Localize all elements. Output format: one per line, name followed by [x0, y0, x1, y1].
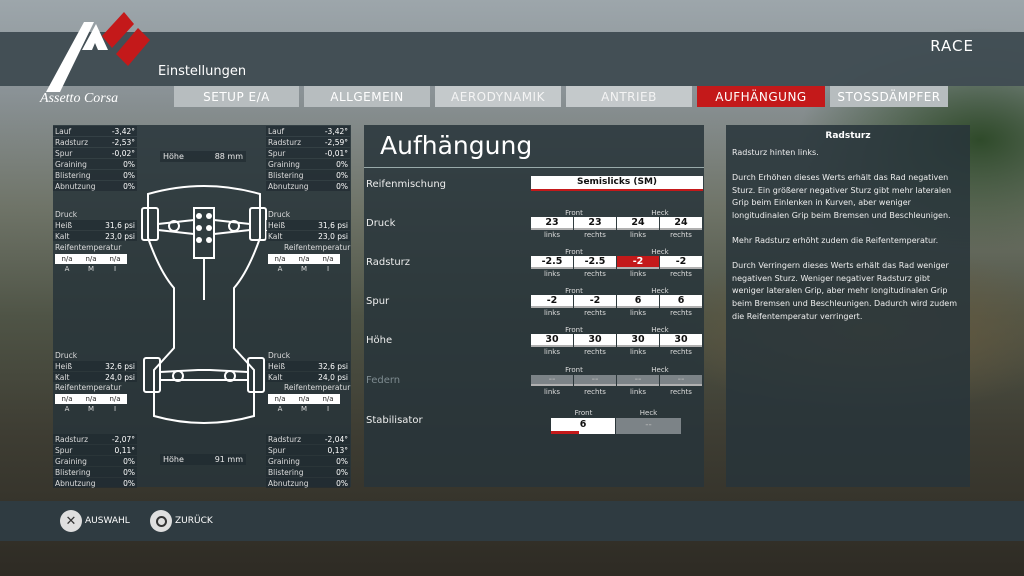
tab-aerodynamik[interactable]: AERODYNAMIK — [435, 86, 561, 107]
radsturz-label: Radsturz — [366, 257, 411, 268]
spur-values: -2 -2 6 6 — [531, 295, 702, 308]
fr-druck-label: Druck — [268, 210, 291, 219]
panel-title: Aufhängung — [380, 131, 533, 160]
radsturz-rr[interactable]: -2 — [660, 256, 702, 269]
radsturz-fr[interactable]: -2.5 — [574, 256, 616, 269]
stab-axles: Front Heck — [574, 409, 658, 417]
druck-axles: Front Heck — [565, 209, 669, 217]
spur-rl[interactable]: 6 — [617, 295, 659, 308]
radsturz-axles: Front Heck — [565, 248, 669, 256]
stab-front-value[interactable]: 6 — [551, 418, 615, 434]
tab-setup[interactable]: SETUP E/A — [174, 86, 299, 107]
circle-button-icon — [150, 510, 172, 532]
help-paragraph: Radsturz hinten links. — [732, 148, 819, 157]
fl-tyre-temp: n/a n/a n/a AMI — [55, 254, 127, 273]
fl-pressure: Heiß 31,6 psi Kalt 23,0 psi — [53, 220, 137, 241]
help-paragraph: Mehr Radsturz erhöht zudem die Reifentem… — [732, 235, 939, 245]
druck-rr[interactable]: 24 — [660, 217, 702, 230]
stab-front-bar — [551, 431, 579, 434]
suspension-settings-panel: Aufhängung Reifenmischung Semislicks (SM… — [364, 125, 704, 487]
help-paragraph: Durch Erhöhen dieses Werts erhält das Ra… — [732, 172, 952, 221]
stabilisator-label: Stabilisator — [366, 415, 423, 426]
federn-fl: -- — [531, 375, 573, 386]
spur-label: Spur — [366, 296, 390, 307]
federn-sides: links rechts links rechts — [543, 388, 692, 396]
federn-rl: -- — [617, 375, 659, 386]
druck-label: Druck — [366, 218, 396, 229]
help-panel: Radsturz Radsturz hinten links. Durch Er… — [726, 125, 970, 487]
select-label: AUSWAHL — [85, 516, 130, 526]
federn-fr: -- — [574, 375, 616, 386]
help-title: Radsturz — [825, 131, 871, 141]
rr-tyre-temp: n/a n/a n/a AMI — [268, 394, 340, 413]
radsturz-values: -2.5 -2.5 -2 -2 — [531, 256, 702, 269]
fl-druck-label: Druck — [55, 210, 78, 219]
hoehe-rr[interactable]: 30 — [660, 334, 702, 347]
divider — [364, 167, 704, 168]
federn-values: -- -- -- -- — [531, 375, 702, 386]
fr-tyre-temp: n/a n/a n/a AMI — [268, 254, 340, 273]
rr-stats: Radsturz -2,04° Spur 0,13° Graining 0% Blis… — [266, 434, 350, 488]
federn-rr: -- — [660, 375, 702, 386]
tyre-compound-select[interactable]: Semislicks (SM) — [531, 176, 703, 191]
fr-pressure: Heiß 31,6 psi Kalt 23,0 psi — [266, 220, 350, 241]
rl-pressure: Heiß 32,6 psi Kalt 24,0 psi — [53, 361, 137, 382]
hoehe-fr[interactable]: 30 — [574, 334, 616, 347]
hoehe-label: Höhe — [366, 335, 393, 346]
page-title: Einstellungen — [158, 64, 247, 79]
tyre-compound-label: Reifenmischung — [366, 179, 447, 190]
rl-tyre-temp: n/a n/a n/a AMI — [55, 394, 127, 413]
fr-temp-label: Reifentemperatur — [284, 243, 351, 252]
help-paragraph: Durch Verringern dieses Werts erhält das… — [732, 260, 957, 321]
spur-fl[interactable]: -2 — [531, 295, 573, 308]
druck-fl[interactable]: 23 — [531, 217, 573, 230]
select-control[interactable]: ✕ AUSWAHL — [60, 510, 130, 532]
druck-sides: links rechts links rechts — [543, 231, 692, 239]
federn-axles: Front Heck — [565, 366, 669, 374]
brand-text: Assetto Corsa — [39, 91, 118, 106]
spur-fr[interactable]: -2 — [574, 295, 616, 308]
fl-temp-label: Reifentemperatur — [55, 243, 122, 252]
rl-temp-label: Reifentemperatur — [55, 383, 122, 392]
radsturz-fl[interactable]: -2.5 — [531, 256, 573, 269]
druck-rl[interactable]: 24 — [617, 217, 659, 230]
back-label: ZURÜCK — [175, 516, 213, 526]
tab-antrieb[interactable]: ANTRIEB — [566, 86, 692, 107]
druck-fr[interactable]: 23 — [574, 217, 616, 230]
spur-rr[interactable]: 6 — [660, 295, 702, 308]
rl-stats: Radsturz -2,07° Spur 0,11° Graining 0% Blis… — [53, 434, 137, 488]
help-text: Radsturz hinten links. Durch Erhöhen die… — [732, 147, 964, 324]
tab-aufhaengung[interactable]: AUFHÄNGUNG — [697, 86, 825, 107]
tab-stossdaempfer[interactable]: STOSSDÄMPFER — [830, 86, 948, 107]
rr-temp-label: Reifentemperatur — [284, 383, 351, 392]
radsturz-sides: links rechts links rechts — [543, 270, 692, 278]
rl-druck-label: Druck — [55, 351, 78, 360]
hoehe-fl[interactable]: 30 — [531, 334, 573, 347]
stab-rear-value: -- — [616, 418, 681, 434]
cross-button-icon: ✕ — [60, 510, 82, 532]
radsturz-rl[interactable]: -2 — [617, 256, 659, 269]
druck-values: 23 23 24 24 — [531, 217, 702, 230]
federn-label: Federn — [366, 375, 401, 386]
mode-label: RACE — [930, 37, 974, 55]
rr-druck-label: Druck — [268, 351, 291, 360]
rear-height: Höhe 91 mm — [160, 454, 246, 465]
back-control[interactable]: ZURÜCK — [150, 510, 213, 532]
front-height: Höhe 88 mm — [160, 151, 246, 162]
hoehe-values: 30 30 30 30 — [531, 334, 702, 347]
car-diagram — [141, 185, 267, 424]
fr-stats: Lauf -3,42° Radsturz -2,59° Spur -0,01° Gra… — [266, 126, 350, 191]
tab-allgemein[interactable]: ALLGEMEIN — [304, 86, 430, 107]
rr-pressure: Heiß 32,6 psi Kalt 24,0 psi — [266, 361, 350, 382]
hoehe-sides: links rechts links rechts — [543, 348, 692, 356]
hoehe-rl[interactable]: 30 — [617, 334, 659, 347]
fl-stats: Lauf -3,42° Radsturz -2,53° Spur -0,02° Gra… — [53, 126, 137, 191]
tab-bar: SETUP E/A ALLGEMEIN AERODYNAMIK ANTRIEB … — [174, 86, 948, 107]
assetto-corsa-logo: Assetto Corsa — [39, 12, 150, 106]
spur-sides: links rechts links rechts — [543, 309, 692, 317]
hoehe-axles: Front Heck — [565, 326, 669, 334]
spur-axles: Front Heck — [565, 287, 669, 295]
